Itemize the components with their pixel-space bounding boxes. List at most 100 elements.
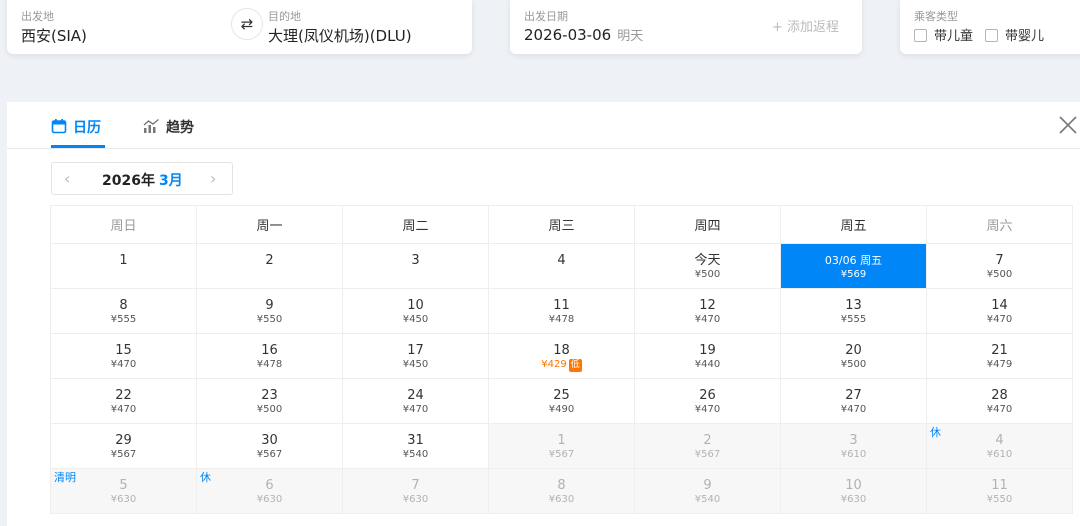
origin-label: 出发地 — [21, 10, 54, 23]
calendar-day[interactable]: 3 ¥610 — [780, 423, 927, 469]
current-month-label: 3月 — [158, 173, 183, 189]
price-value: ¥470 — [402, 404, 429, 415]
calendar-day[interactable]: 23 ¥500 — [196, 378, 343, 424]
day-price: ¥500 — [197, 403, 342, 417]
price-value: ¥440 — [694, 359, 721, 370]
add-return-button[interactable]: + 添加返程 — [772, 16, 839, 35]
calendar-day[interactable]: 9 ¥540 — [634, 468, 781, 514]
price-value: ¥470 — [986, 404, 1013, 415]
calendar-day-selected[interactable]: 03/06 周五 ¥569 — [780, 243, 927, 289]
calendar-day[interactable]: 19 ¥440 — [634, 333, 781, 379]
day-number: 12 — [699, 298, 716, 313]
swap-cities-button[interactable]: ⇄ — [231, 8, 263, 40]
calendar-day[interactable]: 休 6 ¥630 — [196, 468, 343, 514]
day-number: 10 — [407, 298, 424, 313]
calendar-day[interactable]: 14 ¥470 — [926, 288, 1073, 334]
checkbox-box — [985, 29, 998, 42]
day-number: 9 — [265, 298, 274, 313]
calendar-day[interactable]: 29 ¥567 — [50, 423, 197, 469]
day-price: ¥555 — [51, 313, 196, 327]
calendar-day[interactable]: 28 ¥470 — [926, 378, 1073, 424]
calendar-day[interactable]: 4 — [488, 243, 635, 289]
price-value: ¥630 — [256, 494, 283, 505]
day-number: 4 — [557, 253, 566, 268]
calendar-day[interactable]: 今天 ¥500 — [634, 243, 781, 289]
tab-trend[interactable]: 趋势 — [143, 117, 194, 137]
day-number: 31 — [407, 433, 424, 448]
destination-field[interactable]: 大理(凤仪机场)(DLU) — [268, 25, 412, 46]
price-value: ¥470 — [694, 314, 721, 325]
calendar-day[interactable]: 7 ¥630 — [342, 468, 489, 514]
day-price: ¥630 — [781, 493, 926, 507]
close-icon[interactable] — [1057, 114, 1079, 136]
price-value: ¥567 — [548, 449, 575, 460]
infant-checkbox[interactable]: 带婴儿 — [985, 25, 1044, 44]
calendar-day[interactable]: 11 ¥478 — [488, 288, 635, 334]
infant-checkbox-label: 带婴儿 — [1005, 29, 1045, 44]
departure-date-field[interactable]: 2026-03-06 明天 — [524, 25, 643, 44]
calendar-day[interactable]: 31 ¥540 — [342, 423, 489, 469]
day-price: ¥550 — [197, 313, 342, 327]
calendar-day[interactable]: 1 ¥567 — [488, 423, 635, 469]
calendar-day[interactable]: 8 ¥555 — [50, 288, 197, 334]
calendar-day[interactable]: 26 ¥470 — [634, 378, 781, 424]
holiday-tag: 清明 — [54, 471, 76, 484]
calendar-day[interactable]: 3 — [342, 243, 489, 289]
next-month-button[interactable]: › — [210, 169, 216, 188]
calendar-day[interactable]: 24 ¥470 — [342, 378, 489, 424]
calendar-day[interactable]: 12 ¥470 — [634, 288, 781, 334]
calendar-day[interactable]: 2 ¥567 — [634, 423, 781, 469]
holiday-tag: 休 — [200, 471, 211, 484]
prev-month-button[interactable]: ‹ — [64, 169, 70, 188]
calendar-day[interactable]: 1 — [50, 243, 197, 289]
calendar-day[interactable]: 休 4 ¥610 — [926, 423, 1073, 469]
day-price: ¥470 — [927, 313, 1072, 327]
day-number: 25 — [553, 388, 570, 403]
calendar-day[interactable]: 18 ¥429 低 — [488, 333, 635, 379]
calendar-day[interactable]: 清明 5 ¥630 — [50, 468, 197, 514]
price-value: ¥500 — [694, 269, 721, 280]
weekday-thu: 周四 — [634, 205, 781, 244]
tab-calendar[interactable]: 日历 — [51, 117, 101, 137]
calendar-day[interactable]: 9 ¥550 — [196, 288, 343, 334]
calendar-day[interactable]: 8 ¥630 — [488, 468, 635, 514]
day-price: ¥470 — [635, 313, 780, 327]
calendar-day[interactable]: 15 ¥470 — [50, 333, 197, 379]
child-checkbox[interactable]: 带儿童 — [914, 25, 973, 44]
calendar-icon — [51, 119, 67, 134]
calendar-day[interactable]: 25 ¥490 — [488, 378, 635, 424]
calendar-day[interactable]: 7 ¥500 — [926, 243, 1073, 289]
calendar-day[interactable]: 16 ¥478 — [196, 333, 343, 379]
calendar-day[interactable]: 17 ¥450 — [342, 333, 489, 379]
calendar-day[interactable]: 10 ¥450 — [342, 288, 489, 334]
calendar-day[interactable]: 2 — [196, 243, 343, 289]
day-number: 18 — [553, 343, 570, 358]
price-value: ¥490 — [548, 404, 575, 415]
weekday-fri: 周五 — [780, 205, 927, 244]
calendar-day[interactable]: 20 ¥500 — [780, 333, 927, 379]
price-value: ¥630 — [840, 494, 867, 505]
origin-field[interactable]: 西安(SIA) — [21, 25, 87, 46]
day-price: ¥500 — [927, 268, 1072, 282]
day-price: ¥630 — [197, 493, 342, 507]
day-number: 4 — [995, 433, 1004, 448]
calendar-week-row: 15 ¥470 16 ¥478 17 ¥450 18 ¥429 低 19 ¥440 20 ¥500 21 ¥… — [50, 333, 1073, 379]
price-value: ¥470 — [694, 404, 721, 415]
day-number: 11 — [553, 298, 570, 313]
calendar-day[interactable]: 10 ¥630 — [780, 468, 927, 514]
passenger-type-label: 乘客类型 — [914, 10, 958, 23]
passenger-box: 乘客类型 带儿童 带婴儿 — [900, 0, 1080, 54]
calendar-day[interactable]: 13 ¥555 — [780, 288, 927, 334]
day-number: 14 — [991, 298, 1008, 313]
day-number: 22 — [115, 388, 132, 403]
calendar-day[interactable]: 30 ¥567 — [196, 423, 343, 469]
calendar-day[interactable]: 11 ¥550 — [926, 468, 1073, 514]
checkbox-box — [914, 29, 927, 42]
calendar-day[interactable]: 21 ¥479 — [926, 333, 1073, 379]
calendar-day[interactable]: 22 ¥470 — [50, 378, 197, 424]
weekday-tue: 周二 — [342, 205, 489, 244]
calendar-day[interactable]: 27 ¥470 — [780, 378, 927, 424]
price-value: ¥500 — [986, 269, 1013, 280]
price-value: ¥470 — [986, 314, 1013, 325]
day-price: ¥490 — [489, 403, 634, 417]
